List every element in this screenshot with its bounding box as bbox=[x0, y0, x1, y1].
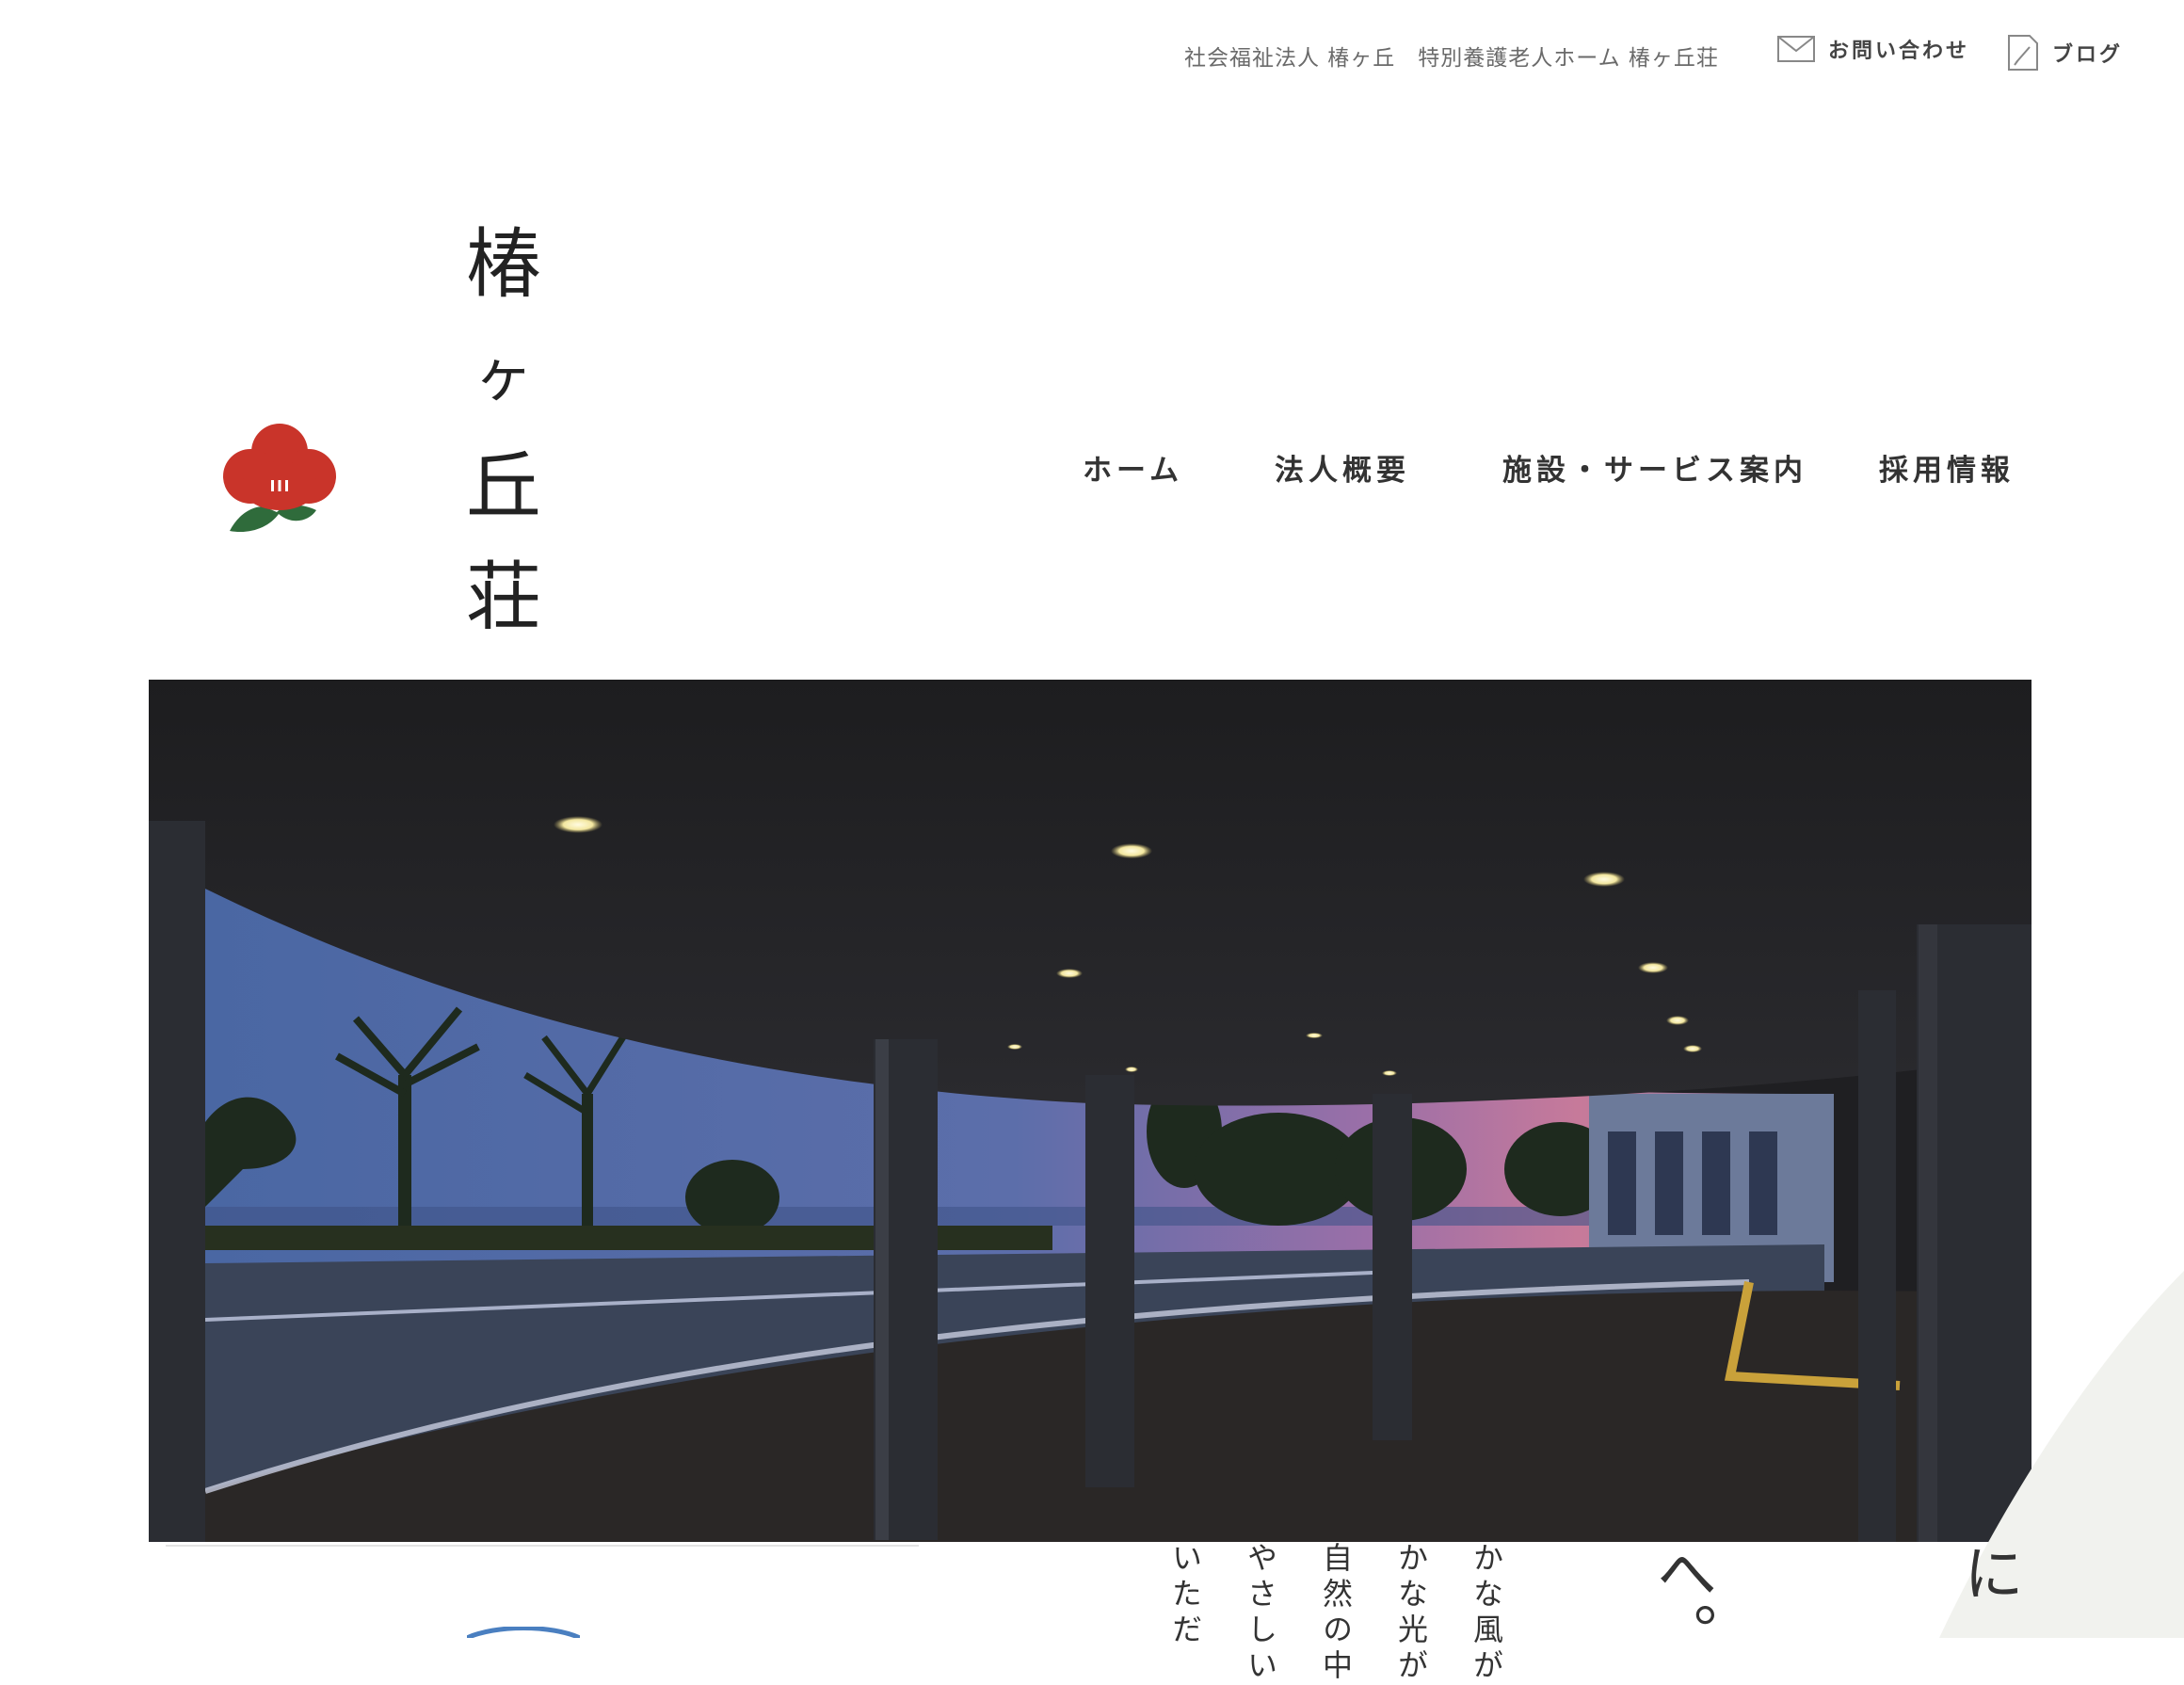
intro-heading-fragment-2: に bbox=[1953, 1542, 2023, 1602]
nav-corporate-profile[interactable]: 法人概要 bbox=[1275, 446, 1410, 489]
intro-text-line-4: やさしい bbox=[1243, 1542, 1278, 1685]
divider-line bbox=[166, 1545, 919, 1547]
nav-home[interactable]: ホーム bbox=[1083, 446, 1183, 489]
intro-heading-fragment-1: へ。 bbox=[1646, 1542, 1716, 1662]
nav-facilities-services[interactable]: 施設・サービス案内 bbox=[1502, 446, 1807, 489]
intro-text-line-5: いただ bbox=[1167, 1542, 1203, 1649]
site-logo-text[interactable]: 椿 ヶ 丘 荘 bbox=[461, 209, 546, 629]
blue-arc-decoration bbox=[467, 1627, 580, 1638]
logo-char-1: 椿 bbox=[466, 220, 541, 308]
intro-text-line-2: かな光が bbox=[1393, 1542, 1429, 1685]
contact-link[interactable]: お問い合わせ bbox=[1777, 34, 1969, 64]
pen-note-icon bbox=[2007, 34, 2039, 72]
intro-text-line-3: 自然の中 bbox=[1318, 1542, 1354, 1685]
blog-label: ブログ bbox=[2052, 43, 2124, 67]
logo-char-3: 丘 bbox=[466, 442, 541, 530]
logo-char-2: ヶ bbox=[474, 341, 533, 409]
mail-icon bbox=[1777, 36, 1815, 62]
intro-text-line-1: かな風が bbox=[1469, 1542, 1504, 1685]
contact-label: お問い合わせ bbox=[1828, 40, 1970, 63]
hero-image bbox=[149, 680, 2031, 1542]
logo-char-4: 荘 bbox=[466, 554, 541, 629]
organization-name: 社会福祉法人 椿ヶ丘 特別養護老人ホーム 椿ヶ丘荘 bbox=[1184, 46, 1719, 71]
blog-link[interactable]: ブログ bbox=[2007, 34, 2123, 72]
nav-recruitment[interactable]: 採用情報 bbox=[1879, 446, 2015, 489]
camellia-logo-icon[interactable] bbox=[222, 414, 337, 542]
